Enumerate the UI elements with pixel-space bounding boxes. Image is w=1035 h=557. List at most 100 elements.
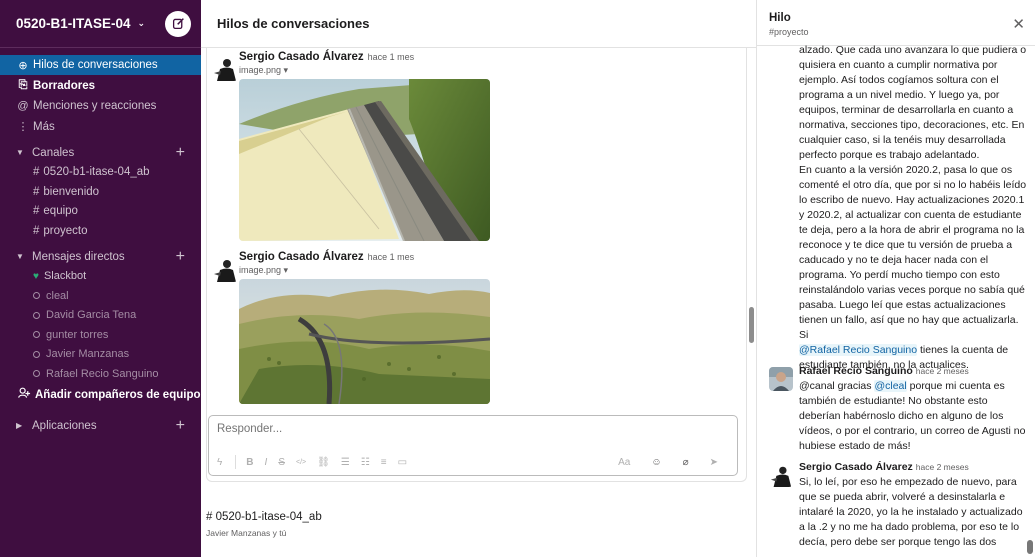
message-author[interactable]: Sergio Casado Álvarez xyxy=(239,251,364,263)
reply-time[interactable]: hace 2 meses xyxy=(916,462,969,472)
sidebar-dm[interactable]: cleal xyxy=(0,286,201,306)
ordered-list-icon[interactable]: ☰ xyxy=(341,457,350,468)
caret-down-icon: ▼ xyxy=(16,148,24,157)
drafts-icon: ⎘ xyxy=(18,79,28,91)
sidebar-dm[interactable]: Rafael Recio Sanguino xyxy=(0,364,201,384)
user-mention[interactable]: @cleal xyxy=(874,380,907,392)
chevron-down-icon: ⌄ xyxy=(137,18,146,28)
bold-icon[interactable]: B xyxy=(246,457,253,468)
toolbar-divider xyxy=(235,455,237,469)
indent-icon[interactable]: ≡ xyxy=(381,457,387,468)
sidebar-channel[interactable]: # equipo xyxy=(0,202,201,222)
channel-list: #0520-b1-itase-04_ab # bienvenido # equipo # p… xyxy=(0,163,201,241)
add-app-icon[interactable]: + xyxy=(176,417,185,434)
apps-section-header[interactable]: ▶ Aplicaciones + xyxy=(0,416,201,436)
sidebar-dm[interactable]: Javier Manzanas xyxy=(0,345,201,365)
hash-icon: # xyxy=(33,166,40,179)
link-icon[interactable]: ⛓ xyxy=(317,457,330,468)
strikethrough-icon[interactable]: S xyxy=(278,457,285,468)
dm-name: cleal xyxy=(46,289,69,302)
message-line: vídeos, o por el contrario, un correo de… xyxy=(799,425,1026,437)
next-thread-members: Javier Manzanas y tú xyxy=(206,528,287,538)
chevron-down-icon: ▾ xyxy=(283,65,289,75)
thread-channel[interactable]: #proyecto xyxy=(769,27,1025,37)
heart-icon: ♥ xyxy=(33,270,39,282)
nav-item-label: Hilos de conversaciones xyxy=(33,59,158,71)
shortcuts-icon[interactable]: ϟ xyxy=(217,457,222,468)
presence-away-icon xyxy=(33,292,40,300)
message-line: @Rafael Recio Sanguino tienes la cuenta … xyxy=(799,343,1027,358)
sidebar: 0520-B1-ITASE-04 ⌄ ⊕ Hilos de conversacio… xyxy=(0,0,201,557)
thread-scrollbar[interactable] xyxy=(1027,540,1033,554)
channel-name: bienvenido xyxy=(43,185,100,198)
image-attachment[interactable] xyxy=(239,279,490,404)
image-attachment[interactable] xyxy=(239,79,490,241)
code-block-icon[interactable]: ▭ xyxy=(398,457,407,468)
code-icon[interactable]: </> xyxy=(296,459,306,466)
channels-section-header[interactable]: ▼ Canales + xyxy=(0,143,201,163)
file-name[interactable]: image.png ▾ xyxy=(239,65,288,76)
message-time[interactable]: hace 1 mes xyxy=(368,52,415,62)
add-channel-icon[interactable]: + xyxy=(176,144,185,161)
message-header: Sergio Casado Álvarez hace 1 mes xyxy=(239,51,414,63)
dm-name: gunter torres xyxy=(46,328,109,341)
emoji-icon[interactable]: ☺ xyxy=(651,457,661,468)
sidebar-channel[interactable]: #0520-b1-itase-04_ab xyxy=(0,163,201,183)
sidebar-dm[interactable]: David Garcia Tena xyxy=(0,306,201,326)
dm-name: Slackbot xyxy=(43,270,87,283)
reply-author[interactable]: Sergio Casado Álvarez xyxy=(799,461,913,473)
workspace-name[interactable]: 0520-B1-ITASE-04 ⌄ xyxy=(16,16,145,31)
thread-body: alzado. Que cada uno avanzara lo que pud… xyxy=(757,40,1035,557)
nav-item-label: Borradores xyxy=(33,79,95,92)
message-line: te deja, pero a la hora de abrir el prog… xyxy=(799,224,1025,236)
sidebar-dm[interactable]: gunter torres xyxy=(0,325,201,345)
bullet-list-icon[interactable]: ☷ xyxy=(361,457,370,468)
nav-item[interactable]: ⎘ Borradores xyxy=(0,76,201,96)
avatar[interactable] xyxy=(769,367,793,391)
nav-item[interactable]: ⋮ Más xyxy=(0,117,201,137)
message-time[interactable]: hace 1 mes xyxy=(368,252,415,262)
send-icon[interactable]: ➤ xyxy=(710,457,718,468)
avatar[interactable] xyxy=(769,463,793,487)
add-user-icon xyxy=(18,387,31,402)
close-icon[interactable]: ✕ xyxy=(1012,15,1025,33)
message-line: a la .2 y no me ha dado problema, por es… xyxy=(799,521,1020,533)
main-scrollbar[interactable] xyxy=(749,307,754,343)
avatar[interactable] xyxy=(212,256,238,282)
message-line: ejemplo. Así todos cogíamos soltura con … xyxy=(799,74,999,86)
caret-right-icon: ▶ xyxy=(16,421,23,430)
sidebar-channel[interactable]: # bienvenido xyxy=(0,182,201,202)
add-dm-icon[interactable]: + xyxy=(176,248,185,265)
compose-button[interactable] xyxy=(165,10,191,37)
next-thread-channel[interactable]: # 0520-b1-itase-04_ab xyxy=(206,511,322,523)
nav-item[interactable]: @ Menciones y reacciones xyxy=(0,96,201,116)
italic-icon[interactable]: I xyxy=(265,457,268,468)
avatar[interactable] xyxy=(212,55,238,81)
thread-card: Sergio Casado Álvarez hace 1 mes image.pn… xyxy=(206,48,747,482)
file-name-text: image.png xyxy=(239,265,282,275)
nav-item[interactable]: ⊕ Hilos de conversaciones xyxy=(0,55,201,75)
message-text: @canal gracias xyxy=(799,380,875,392)
message-line: comenté el otro día, que por si no lo ha… xyxy=(799,179,1027,191)
sidebar-dm[interactable]: ♥ Slackbot xyxy=(0,267,201,287)
composer-right-tools: Aa ☺ ⌀ ➤ xyxy=(618,457,729,468)
reply-author[interactable]: Rafael Recio Sanguino xyxy=(799,365,913,377)
workspace-header[interactable]: 0520-B1-ITASE-04 ⌄ xyxy=(0,0,201,48)
attachment-icon[interactable]: ⌀ xyxy=(683,457,689,468)
add-teammates-label: Añadir compañeros de equipo xyxy=(35,388,201,401)
dms-section-header[interactable]: ▼ Mensajes directos + xyxy=(0,247,201,267)
message-author[interactable]: Sergio Casado Álvarez xyxy=(239,51,364,63)
chevron-down-icon: ▾ xyxy=(283,265,289,275)
page-title: Hilos de conversaciones xyxy=(201,0,756,48)
user-mention[interactable]: @Rafael Recio Sanguino xyxy=(799,344,918,356)
add-teammates-button[interactable]: Añadir compañeros de equipo xyxy=(0,385,201,405)
message-line: programa a un nivel medio. Y luego ya, p… xyxy=(799,89,1000,101)
format-toggle-icon[interactable]: Aa xyxy=(618,457,630,468)
channel-name: 0520-b1-itase-04_ab xyxy=(43,166,150,179)
message-line: hubiese estado de más! xyxy=(799,440,911,452)
reply-input[interactable] xyxy=(217,423,517,435)
reply-time[interactable]: hace 2 meses xyxy=(916,366,969,376)
sidebar-channel[interactable]: # proyecto xyxy=(0,221,201,241)
reply-composer[interactable]: ϟ B I S </> ⛓ ☰ ☷ ≡ ▭ Aa ☺ ⌀ ➤ xyxy=(208,415,738,476)
file-name[interactable]: image.png ▾ xyxy=(239,265,288,276)
